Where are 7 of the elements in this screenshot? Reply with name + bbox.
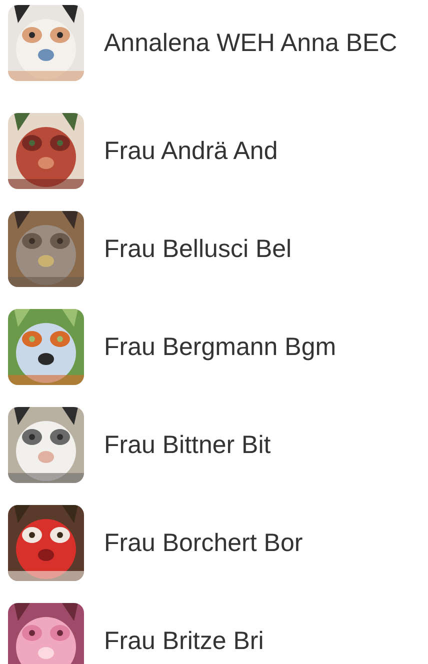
- contact-name[interactable]: Annalena WEH Anna BEC: [104, 28, 398, 58]
- contact-name[interactable]: Frau Bellusci Bel: [104, 234, 292, 264]
- contact-name[interactable]: Frau Bergmann Bgm: [104, 332, 336, 362]
- contact-name[interactable]: Frau Bittner Bit: [104, 430, 271, 460]
- contact-name[interactable]: Frau Borchert Bor: [104, 528, 303, 558]
- contact-name[interactable]: Frau Andrä And: [104, 136, 278, 166]
- contact-name[interactable]: Frau Britze Bri: [104, 626, 264, 656]
